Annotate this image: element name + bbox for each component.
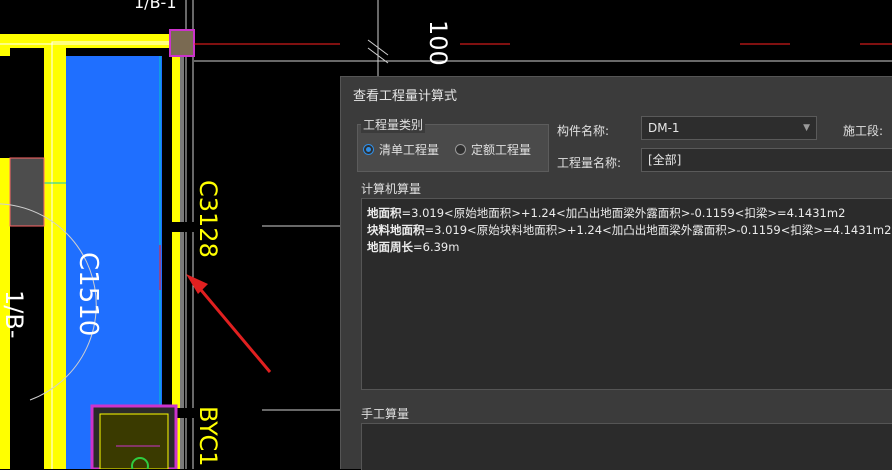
computer-calc-textarea[interactable]: 地面积=3.019<原始地面积>+1.24<加凸出地面梁外露面积>-0.1159… xyxy=(361,198,892,390)
label-window-c1510: C1510 xyxy=(73,252,103,336)
component-name-select[interactable]: DM-1 ▼ xyxy=(641,116,817,140)
label-dimension-100: 100 xyxy=(424,20,452,66)
radio-quota-quantity[interactable]: 定额工程量 xyxy=(455,141,531,158)
calc-line-expr: =3.019<原始地面积>+1.24<加凸出地面梁外露面积>-0.1159<扣梁… xyxy=(401,206,846,220)
stage-label: 施工段: xyxy=(843,124,884,138)
quantity-name-value: [全部] xyxy=(648,153,682,167)
radio-quota-quantity-label: 定额工程量 xyxy=(471,143,532,157)
column-top xyxy=(170,30,194,56)
radio-unselected-icon[interactable] xyxy=(455,144,466,155)
label-grid-top: 1/B-1 xyxy=(134,0,177,12)
radio-selected-icon[interactable] xyxy=(363,144,374,155)
label-grid-left: 1/B- xyxy=(0,290,28,338)
column-block xyxy=(10,158,44,226)
manual-calc-textarea[interactable] xyxy=(361,423,892,470)
manual-calc-title: 手工算量 xyxy=(361,407,410,421)
calc-line-expr: =3.019<原始块料地面积>+1.24<加凸出地面梁外露面积>-0.1159<… xyxy=(424,223,892,237)
radio-list-quantity[interactable]: 清单工程量 xyxy=(363,141,439,158)
component-name-label: 构件名称: xyxy=(557,124,610,138)
quantity-category-title: 工程量类别 xyxy=(361,116,426,133)
dialog-title: 查看工程量计算式 xyxy=(353,89,458,104)
calc-line: 块料地面积=3.019<原始块料地面积>+1.24<加凸出地面梁外露面积>-0.… xyxy=(367,222,891,238)
chevron-down-icon: ▼ xyxy=(803,123,810,133)
calc-line-name: 地面周长 xyxy=(367,240,413,254)
quantity-name-label: 工程量名称: xyxy=(557,156,622,170)
quantity-name-input[interactable]: [全部] xyxy=(641,148,892,172)
label-window-c3128: C3128 xyxy=(194,180,222,258)
calc-line: 地面积=3.019<原始地面积>+1.24<加凸出地面梁外露面积>-0.1159… xyxy=(367,205,845,221)
radio-list-quantity-label: 清单工程量 xyxy=(379,143,440,157)
quantity-formula-dialog[interactable]: 查看工程量计算式 工程量类别 清单工程量 定额工程量 构件名称: DM-1 ▼ … xyxy=(340,76,892,470)
calc-line-name: 地面积 xyxy=(367,206,402,220)
label-byc: BYC1 xyxy=(194,406,222,467)
wall-left-a xyxy=(44,46,66,469)
component-name-value: DM-1 xyxy=(648,121,680,135)
computer-calc-title: 计算机算量 xyxy=(361,182,422,196)
calc-line-expr: =6.39m xyxy=(413,240,460,254)
wall-left-c xyxy=(0,48,10,56)
calc-line: 地面周长=6.39m xyxy=(367,239,459,255)
calc-line-name: 块料地面积 xyxy=(367,223,425,237)
